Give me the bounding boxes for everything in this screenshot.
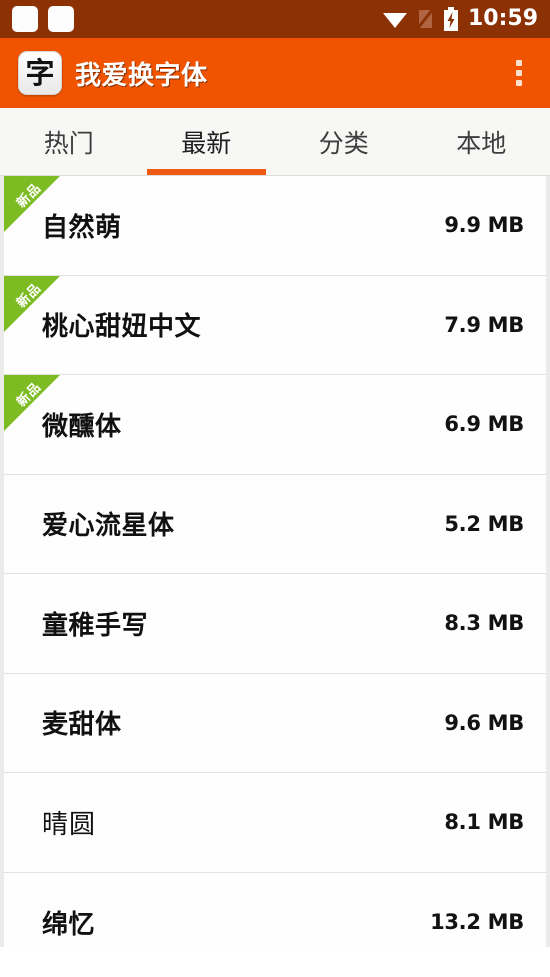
- list-item[interactable]: 爱心流星体 5.2 MB: [4, 474, 546, 574]
- overflow-dot-icon: [516, 70, 522, 76]
- wifi-icon: [382, 13, 407, 28]
- battery-charging-icon: [443, 7, 458, 31]
- font-name: 爱心流星体: [42, 511, 175, 542]
- font-size: 8.1 MB: [444, 810, 524, 835]
- active-tab-indicator: [146, 169, 266, 175]
- tab-bar: 热门 最新 分类 本地: [0, 108, 550, 176]
- font-size: 13.2 MB: [430, 910, 524, 935]
- app-logo-icon: 字: [18, 51, 62, 95]
- status-bar: 10:59: [0, 0, 550, 38]
- tab-local[interactable]: 本地: [413, 108, 550, 175]
- app-title: 我爱换字体: [75, 60, 208, 91]
- list-item[interactable]: 新品 自然萌 9.9 MB: [4, 176, 546, 276]
- list-item[interactable]: 新品 桃心甜妞中文 7.9 MB: [4, 275, 546, 375]
- list-item[interactable]: 绵忆 13.2 MB: [4, 872, 546, 947]
- tab-label: 热门: [43, 128, 94, 158]
- font-name: 晴圆: [42, 809, 97, 840]
- list-item[interactable]: 新品 微醺体 6.9 MB: [4, 375, 546, 475]
- status-bar-clock: 10:59: [467, 6, 538, 31]
- overflow-dot-icon: [516, 60, 522, 66]
- font-name: 麦甜体: [42, 710, 122, 741]
- font-size: 9.6 MB: [444, 710, 524, 735]
- app-logo-glyph: 字: [25, 55, 55, 90]
- tab-label: 分类: [318, 128, 369, 158]
- list-item[interactable]: 麦甜体 9.6 MB: [4, 673, 546, 773]
- status-bar-indicators: 10:59: [382, 7, 538, 31]
- overflow-menu-button[interactable]: [502, 47, 536, 99]
- font-size: 8.3 MB: [444, 611, 524, 636]
- font-list: 新品 自然萌 9.9 MB 新品 桃心甜妞中文 7.9 MB 新品 微醺体 6.…: [0, 176, 550, 947]
- notification-square-icon: [48, 6, 74, 32]
- tab-hot[interactable]: 热门: [0, 108, 138, 175]
- tab-category[interactable]: 分类: [275, 108, 413, 175]
- overflow-dot-icon: [516, 80, 522, 86]
- font-size: 6.9 MB: [444, 412, 524, 437]
- font-size: 9.9 MB: [444, 213, 524, 238]
- status-bar-notifications: [12, 6, 74, 32]
- list-item[interactable]: 晴圆 8.1 MB: [4, 773, 546, 873]
- tab-label: 最新: [181, 128, 232, 158]
- tab-label: 本地: [456, 128, 507, 158]
- font-size: 7.9 MB: [444, 312, 524, 337]
- font-size: 5.2 MB: [444, 511, 524, 536]
- app-bar: 字 我爱换字体: [0, 38, 550, 108]
- list-item[interactable]: 童稚手写 8.3 MB: [4, 574, 546, 674]
- font-name: 童稚手写: [42, 610, 149, 641]
- font-name: 自然萌: [42, 212, 122, 243]
- font-name: 绵忆: [42, 909, 96, 940]
- font-name: 桃心甜妞中文: [42, 312, 202, 343]
- notification-square-icon: [12, 6, 38, 32]
- font-name: 微醺体: [42, 411, 122, 442]
- no-sim-icon: [416, 8, 434, 29]
- tab-newest[interactable]: 最新: [138, 108, 276, 175]
